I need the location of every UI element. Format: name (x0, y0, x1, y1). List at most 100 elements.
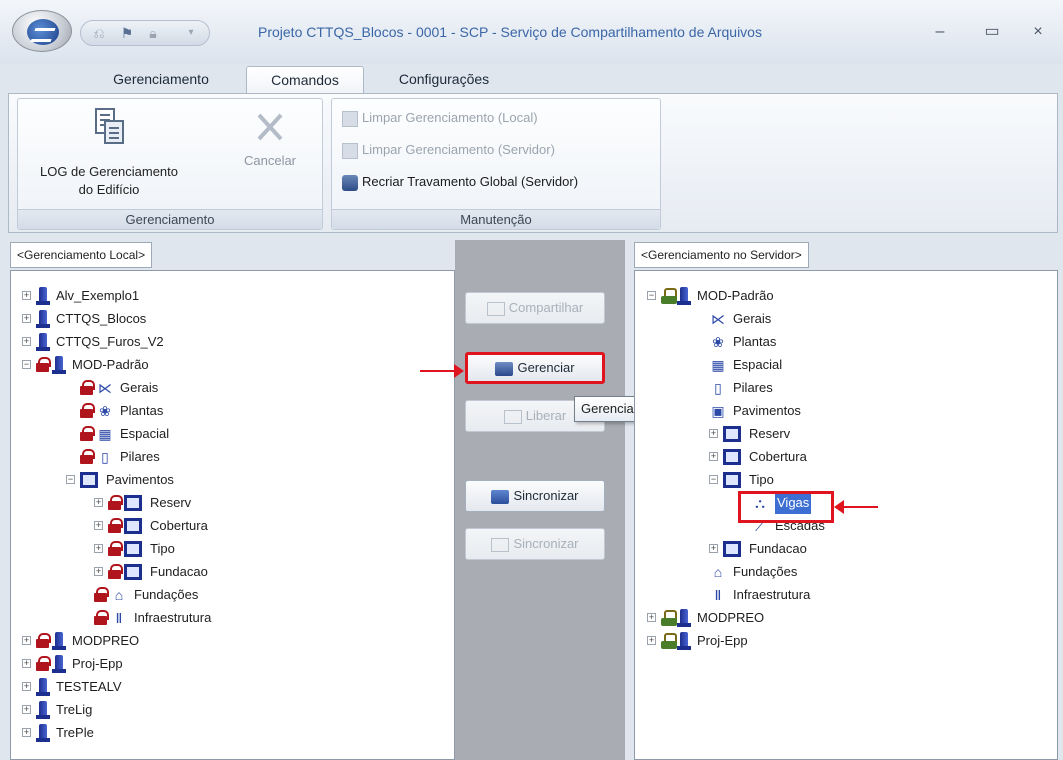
tree-item-reserv[interactable]: + Reserv (709, 423, 1063, 445)
tab-comandos[interactable]: Comandos (246, 66, 364, 94)
expander-icon[interactable]: + (709, 544, 718, 553)
tree-item-label: Fundacao (749, 541, 807, 556)
tree-item-label: TESTEALV (56, 679, 122, 694)
tab-configuracoes[interactable]: Configurações (374, 66, 514, 94)
tree-item-infraestrutura[interactable]: Ⅱ Infraestrutura (695, 584, 1055, 606)
recriar-label: Recriar Travamento Global (Servidor) (362, 174, 579, 189)
tree-item-reserv[interactable]: + Reserv (94, 492, 454, 514)
fundacoes-icon: ⌂ (114, 587, 124, 603)
expander-icon[interactable]: − (22, 360, 31, 369)
tree-item-fundacao[interactable]: + Fundacao (709, 538, 1063, 560)
shared-icon (661, 610, 677, 626)
sincronizar-up-button[interactable]: Sincronizar (465, 480, 605, 512)
tree-item-proj-epp[interactable]: + Proj-Epp (22, 653, 382, 675)
expander-icon[interactable]: + (22, 291, 31, 300)
tree-item-mod-padrao[interactable]: − MOD-Padrão (647, 285, 1007, 307)
espacial-icon: ▦ (711, 357, 725, 373)
tree-item-testealv[interactable]: + TESTEALV (22, 676, 382, 698)
tree-item-label: Reserv (749, 426, 791, 441)
tree-item-proj-epp[interactable]: + Proj-Epp (647, 630, 1007, 652)
tree-item-trelig[interactable]: + TreLig (22, 699, 382, 721)
gerenciar-button[interactable]: Gerenciar (465, 352, 605, 384)
tree-item-infraestrutura[interactable]: Ⅱ Infraestrutura (80, 607, 440, 629)
tree-item-pavimentos[interactable]: ▣ Pavimentos (695, 400, 1055, 422)
expander-icon[interactable]: + (22, 314, 31, 323)
expander-icon[interactable]: + (22, 659, 31, 668)
app-menu-button[interactable] (12, 10, 72, 52)
tree-item-fundacoes[interactable]: ⌂ Fundações (80, 584, 440, 606)
minimize-button[interactable]: – (928, 22, 952, 42)
gerenciar-label: Gerenciar (517, 360, 575, 375)
tree-item-alv-exemplo1[interactable]: + Alv_Exemplo1 (22, 285, 382, 307)
compartilhar-button[interactable]: Compartilhar (465, 292, 605, 324)
tree-item-label: CTTQS_Blocos (56, 311, 147, 326)
tree-item-label: Alv_Exemplo1 (56, 288, 140, 303)
limpar-servidor-button[interactable]: Limpar Gerenciamento (Servidor) (342, 139, 555, 161)
expander-icon[interactable]: − (709, 475, 718, 484)
expander-icon[interactable]: + (94, 498, 103, 507)
window-title: Projeto CTTQS_Blocos - 0001 - SCP - Serv… (258, 24, 762, 40)
expander-icon[interactable]: + (647, 636, 656, 645)
tree-item-modpreo[interactable]: + MODPREO (22, 630, 382, 652)
tree-item-gerais[interactable]: ⋉ Gerais (695, 308, 1055, 330)
expander-icon[interactable]: + (22, 705, 31, 714)
tree-item-pavimentos[interactable]: − Pavimentos (66, 469, 426, 491)
lock-icon (80, 426, 95, 441)
maximize-button[interactable]: ▭ (980, 22, 1004, 42)
limpar-local-label: Limpar Gerenciamento (Local) (362, 110, 538, 125)
tab-gerenciamento-local[interactable]: <Gerenciamento Local> (10, 242, 153, 268)
tree-item-cttqs-furos[interactable]: + CTTQS_Furos_V2 (22, 331, 382, 353)
expander-icon[interactable]: − (647, 291, 656, 300)
tree-item-pilares[interactable]: ▯ Pilares (695, 377, 1055, 399)
pavimentos-icon: ▣ (711, 403, 725, 419)
recriar-travamento-button[interactable]: Recriar Travamento Global (Servidor) (342, 171, 578, 193)
tree-item-label: Pavimentos (106, 472, 174, 487)
tree-item-tipo[interactable]: − Tipo (709, 469, 1063, 491)
log-gerenciamento-button[interactable]: LOG de Gerenciamento do Edifício (24, 107, 194, 199)
floor-icon (80, 472, 98, 488)
tree-item-mod-padrao[interactable]: − MOD-Padrão (22, 354, 382, 376)
tree-item-fundacao[interactable]: + Fundacao (94, 561, 454, 583)
share-icon (486, 301, 505, 316)
manage-icon[interactable]: ⚑ (117, 25, 137, 41)
expander-icon[interactable]: + (22, 728, 31, 737)
tree-item-treple[interactable]: + TrePle (22, 722, 382, 744)
tree-item-cobertura[interactable]: + Cobertura (709, 446, 1063, 468)
chevron-down-icon[interactable]: ▾ (181, 25, 201, 41)
tree-item-pilares[interactable]: ▯ Pilares (66, 446, 426, 468)
limpar-local-button[interactable]: Limpar Gerenciamento (Local) (342, 107, 538, 129)
expander-icon[interactable]: + (22, 636, 31, 645)
expander-icon[interactable]: + (709, 429, 718, 438)
tree-item-tipo[interactable]: + Tipo (94, 538, 454, 560)
sincronizar-down-button[interactable]: Sincronizar (465, 528, 605, 560)
lock-icon[interactable]: 🔒︎ (143, 25, 163, 41)
tree-item-fundacoes[interactable]: ⌂ Fundações (695, 561, 1055, 583)
tree-item-espacial[interactable]: ▦ Espacial (66, 423, 426, 445)
expander-icon[interactable]: + (647, 613, 656, 622)
expander-icon[interactable]: + (22, 682, 31, 691)
tree-item-label: Fundações (733, 564, 798, 579)
expander-icon[interactable]: − (66, 475, 75, 484)
project-icon (677, 632, 691, 650)
undo-icon[interactable]: ⎌ (89, 25, 109, 41)
tree-item-modpreo[interactable]: + MODPREO (647, 607, 1007, 629)
tree-item-gerais[interactable]: ⋉ Gerais (66, 377, 426, 399)
expander-icon[interactable]: + (94, 567, 103, 576)
expander-icon[interactable]: + (94, 544, 103, 553)
tree-item-cttqs-blocos[interactable]: + CTTQS_Blocos (22, 308, 382, 330)
tree-item-plantas[interactable]: ❀ Plantas (66, 400, 426, 422)
expander-icon[interactable]: + (709, 452, 718, 461)
tree-item-plantas[interactable]: ❀ Plantas (695, 331, 1055, 353)
tab-gerenciamento[interactable]: Gerenciamento (86, 66, 236, 94)
tree-item-label: MODPREO (72, 633, 140, 648)
tree-item-cobertura[interactable]: + Cobertura (94, 515, 454, 537)
tab-gerenciamento-servidor[interactable]: <Gerenciamento no Servidor> (634, 242, 809, 268)
tree-item-espacial[interactable]: ▦ Espacial (695, 354, 1055, 376)
cancelar-label: Cancelar (243, 153, 297, 168)
compartilhar-label: Compartilhar (508, 300, 584, 315)
expander-icon[interactable]: + (94, 521, 103, 530)
lock-icon (108, 518, 123, 533)
cancelar-button[interactable]: Cancelar (228, 109, 312, 168)
close-button[interactable]: × (1026, 22, 1050, 42)
expander-icon[interactable]: + (22, 337, 31, 346)
